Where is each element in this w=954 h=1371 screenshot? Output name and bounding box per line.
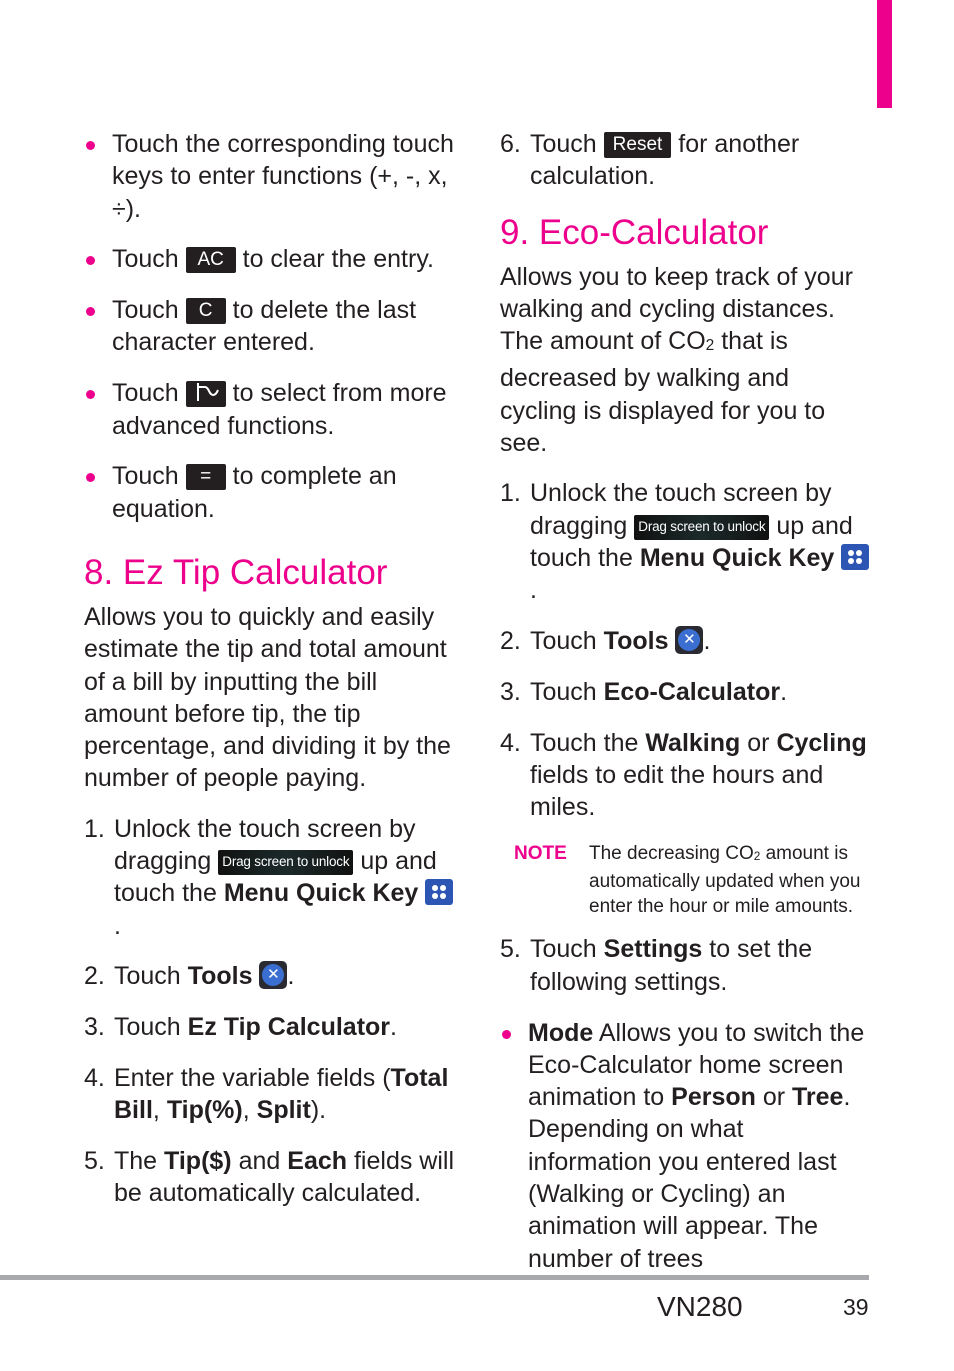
drag-to-unlock-bar: Drag screen to unlock — [634, 514, 770, 540]
reset-key: Reset — [603, 132, 672, 158]
chapter-tab-marker — [877, 0, 892, 108]
bullet-clear-entry: Touch AC to clear the entry. — [84, 243, 454, 275]
bullet-dot — [502, 1029, 511, 1039]
bullet-dot — [86, 390, 95, 400]
ac-key: AC — [185, 247, 236, 274]
eco-step-2: 2. Touch Tools ✕. — [500, 626, 711, 656]
eco-step-5: 5. Touch Settings to set the following s… — [500, 935, 813, 996]
note-co2: NOTE The decreasing CO2 amount is automa… — [514, 843, 861, 917]
ez-step-6: 6. Touch Reset for another calculation. — [500, 130, 800, 191]
c-key: C — [185, 298, 226, 325]
bullet-dot — [86, 141, 95, 150]
advanced-functions-icon — [185, 381, 226, 408]
eco-step-1: 1. Unlock the touch screen by dragging D… — [500, 477, 870, 606]
bullet-complete-equation: Touch = to complete an equation. — [84, 460, 454, 525]
eco-step-4: 4. Touch the Walking or Cycling fields t… — [500, 728, 867, 822]
ez-step-2: 2. Touch Tools ✕. — [84, 961, 295, 991]
equals-key: = — [185, 464, 226, 491]
page-number: 39 — [843, 1294, 869, 1320]
ez-step-1: 1. Unlock the touch screen by dragging D… — [84, 813, 454, 942]
ez-tip-intro: Allows you to quickly and easily estimat… — [84, 602, 451, 793]
bullet-mode-setting: Mode Allows you to switch the Eco-Calcul… — [500, 1017, 870, 1275]
left-column: Touch the corresponding touch keys to en… — [84, 128, 454, 1228]
bullet-delete-char: Touch C to delete the last character ent… — [84, 294, 454, 359]
section-title-eco-calculator: 9. Eco-Calculator — [500, 212, 769, 252]
bullet-dot — [86, 307, 95, 317]
footer-model-name: VN280 — [657, 1291, 743, 1322]
drag-to-unlock-bar: Drag screen to unlock — [218, 850, 354, 876]
right-column: 6. Touch Reset for another calculation. … — [500, 128, 870, 1293]
section-title-ez-tip: 8. Ez Tip Calculator — [84, 552, 388, 592]
footer-divider — [0, 1275, 869, 1280]
bullet-enter-functions: Touch the corresponding touch keys to en… — [84, 128, 454, 225]
ez-step-3: 3. Touch Ez Tip Calculator. — [84, 1013, 397, 1042]
bullet-dot — [86, 473, 95, 483]
bullet-dot — [86, 256, 95, 266]
note-label: NOTE — [514, 843, 567, 865]
tools-icon: ✕ — [259, 961, 288, 990]
ez-step-5: 5. The Tip($) and Each fields will be au… — [84, 1147, 455, 1208]
tools-icon: ✕ — [675, 626, 704, 655]
bullet-advanced-functions: Touch to select from more advanced funct… — [84, 377, 454, 442]
eco-intro: Allows you to keep track of your walking… — [500, 262, 853, 458]
menu-quick-key-icon — [841, 543, 870, 570]
menu-quick-key-icon — [425, 879, 454, 906]
ez-step-4: 4. Enter the variable fields (Total Bill… — [84, 1064, 449, 1125]
eco-step-3: 3. Touch Eco-Calculator. — [500, 677, 788, 706]
